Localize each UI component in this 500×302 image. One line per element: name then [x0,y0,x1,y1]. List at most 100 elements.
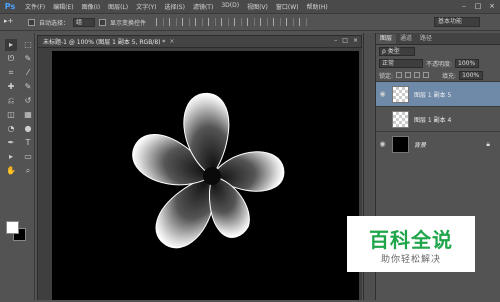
lock-buttons [396,72,430,78]
fill-field[interactable]: 100% [459,70,484,80]
menu-item[interactable]: 选择(S) [160,2,189,11]
watermark-title: 百科全说 [369,228,453,252]
layer-name: 图层 1 副本 4 [414,116,452,124]
menu-item[interactable]: 3D(D) [217,2,243,11]
distribute-top-icon[interactable] [234,18,243,26]
stamp-icon[interactable]: ⎌ [5,95,17,107]
kind-filter-row: ρ 类型 [376,45,500,57]
pen-icon[interactable]: ✒ [5,137,17,149]
visibility-eye-icon[interactable]: ◉ [376,90,389,98]
align-bottom-icon[interactable] [182,18,191,26]
options-bar: ▸+ 自动选择： 组 显示变换控件 基本功能 [0,14,500,31]
layer-thumbnail [392,135,409,153]
layer-thumbnail [392,85,409,103]
doc-maximize-icon[interactable]: □ [342,37,348,44]
auto-select-dropdown[interactable]: 组 [73,17,96,27]
document-close-icon[interactable]: × [169,38,174,45]
layer-name: 背景 [414,141,427,149]
history-brush-icon[interactable]: ↺ [22,95,34,107]
align-buttons [156,18,308,26]
menu-item[interactable]: 滤镜(T) [189,2,217,11]
menu-item[interactable]: 编辑(E) [49,2,77,11]
distribute-right-icon[interactable] [299,18,308,26]
canvas[interactable] [52,51,359,300]
hand-icon[interactable]: ✋ [5,165,17,177]
crop-icon[interactable]: ⌗ [5,67,17,79]
color-swatches [6,221,28,243]
eraser-icon[interactable]: ◫ [5,109,17,121]
lock-position-icon[interactable] [414,72,421,78]
zoom-icon[interactable]: ⌕ [22,165,34,177]
distribute-bottom-icon[interactable] [260,18,269,26]
flower-artwork [132,92,285,249]
menu-item[interactable]: 图层(L) [104,2,132,11]
brush-icon[interactable]: ✎ [22,81,34,93]
watermark: 百科全说 助你轻松解决 [347,216,475,272]
blend-row: 正常 不透明度: 100% [376,57,500,69]
menu-item[interactable]: 视图(V) [243,2,272,11]
document-tab[interactable]: 未标题-1 @ 100% (图层 1 副本 5, RGB/8) * × – □ … [37,35,362,48]
gradient-icon[interactable]: ▦ [22,109,34,121]
blend-mode-dropdown[interactable]: 正常 [379,58,423,68]
path-select-icon[interactable]: ▸ [5,151,17,163]
blur-icon[interactable]: ◔ [5,123,17,135]
workspace-dropdown[interactable]: 基本功能 [434,17,480,27]
type-icon[interactable]: T [22,137,34,149]
doc-close-icon[interactable]: × [353,37,358,44]
minimize-icon[interactable]: – [459,1,469,11]
document-window-controls: – □ × [334,37,358,44]
align-left-icon[interactable] [195,18,204,26]
layer-lock-icon: 🔒︎ [486,139,490,148]
layer-thumbnail [392,110,409,128]
dodge-icon[interactable]: ● [22,123,34,135]
layer-name: 图层 1 副本 5 [414,91,452,99]
align-top-icon[interactable] [156,18,165,26]
doc-minimize-icon[interactable]: – [334,37,337,44]
tab-layers[interactable]: 图层 [376,34,397,44]
marquee-icon[interactable]: ⬚ [22,39,34,51]
menu-item[interactable]: 文件(F) [21,2,49,11]
auto-select-label: 自动选择： [39,19,70,27]
quick-select-icon[interactable]: ✎ [22,53,34,65]
lock-pixels-icon[interactable] [405,72,412,78]
foreground-color-swatch[interactable] [6,221,19,234]
move-tool-preset-icon[interactable]: ▸+ [4,17,24,28]
auto-select-checkbox[interactable] [28,18,35,26]
visibility-eye-icon[interactable]: ◉ [376,140,389,148]
fill-label: 填充: [442,72,457,80]
shape-icon[interactable]: ▭ [22,151,34,163]
heal-icon[interactable]: ✚ [5,81,17,93]
tab-channels[interactable]: 通道 [396,34,416,44]
align-middle-icon[interactable] [169,18,178,26]
distribute-center-icon[interactable] [286,18,295,26]
align-right-icon[interactable] [221,18,230,26]
watermark-subtitle: 助你轻松解决 [380,255,441,265]
show-transform-label: 显示变换控件 [110,19,147,27]
layer-row[interactable]: 图层 1 副本 4 [376,106,500,131]
maximize-icon[interactable]: □ [473,1,483,11]
visibility-eye-icon[interactable] [376,115,389,123]
tab-paths[interactable]: 路径 [416,34,436,44]
layer-row[interactable]: ◉ 图层 1 副本 5 [376,81,500,106]
panel-tabs: 图层 通道 路径 [376,33,500,45]
lock-all-icon[interactable] [423,72,430,78]
move-icon[interactable]: ▸ [5,39,17,51]
menu-item[interactable]: 文字(Y) [132,2,160,11]
canvas-area [37,48,362,300]
align-center-icon[interactable] [208,18,217,26]
menu-item[interactable]: 窗口(W) [272,2,303,11]
opacity-field[interactable]: 100% [455,58,480,68]
kind-filter-dropdown[interactable]: ρ 类型 [379,46,415,56]
lock-transparent-icon[interactable] [396,72,403,78]
toolbox: ▸ ⬚ ᘎ ✎ ⌗ ⁄ ✚ ✎ ⎌ ↺ ◫ ▦ ◔ ● ✒ T ▸ ▭ ✋ ⌕ [0,33,35,300]
menu-item[interactable]: 帮助(H) [303,2,332,11]
distribute-left-icon[interactable] [273,18,282,26]
eyedropper-icon[interactable]: ⁄ [22,67,34,79]
close-icon[interactable]: × [487,1,497,11]
layer-row[interactable]: ◉ 背景 🔒︎ [376,131,500,156]
photoshop-logo: Ps [4,1,16,11]
distribute-middle-icon[interactable] [247,18,256,26]
lasso-icon[interactable]: ᘎ [5,53,17,65]
show-transform-checkbox[interactable] [99,18,107,26]
menu-item[interactable]: 图像(I) [78,2,104,11]
